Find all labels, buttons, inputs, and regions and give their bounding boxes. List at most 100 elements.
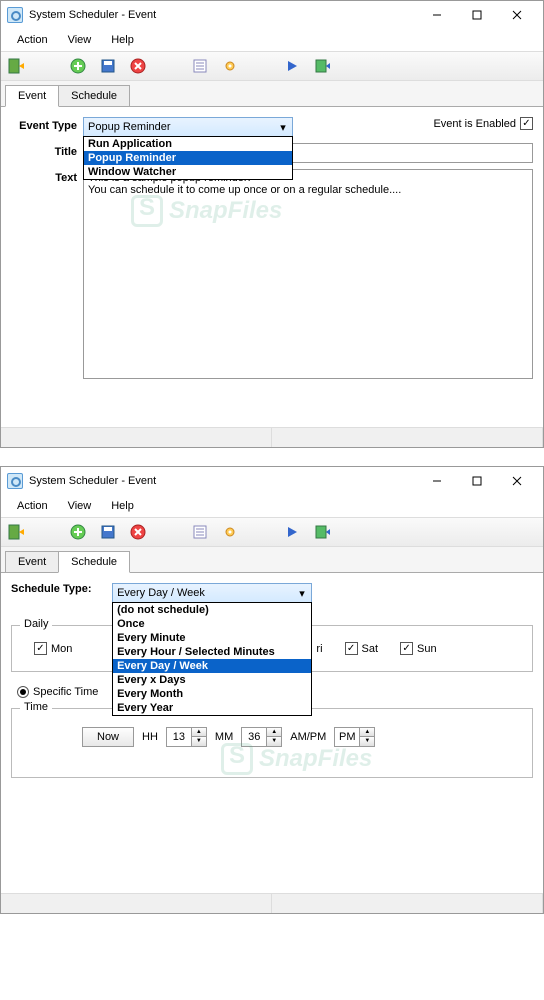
ampm-up[interactable]: ▲ xyxy=(360,728,374,737)
dd-every-month[interactable]: Every Month xyxy=(113,687,311,701)
menubar: Action View Help xyxy=(1,29,543,51)
event-enabled-label: Event is Enabled xyxy=(433,118,516,130)
dd-run-application[interactable]: Run Application xyxy=(84,137,292,151)
add-icon[interactable] xyxy=(69,57,87,75)
window-event: System Scheduler - Event Action View Hel… xyxy=(0,0,544,448)
mm-input[interactable] xyxy=(241,727,267,747)
dd-window-watcher[interactable]: Window Watcher xyxy=(84,165,292,179)
event-type-combo[interactable]: Popup Reminder ▾ Run Application Popup R… xyxy=(83,117,293,137)
list-icon[interactable] xyxy=(191,523,209,541)
delete-icon[interactable] xyxy=(129,523,147,541)
dd-every-day[interactable]: Every Day / Week xyxy=(113,659,311,673)
menu-view[interactable]: View xyxy=(58,32,102,48)
app-icon xyxy=(7,7,23,23)
play-icon[interactable] xyxy=(283,523,301,541)
day-sun[interactable]: Sun xyxy=(400,642,437,655)
schedule-type-combo[interactable]: Every Day / Week ▾ (do not schedule) Onc… xyxy=(112,583,312,603)
event-enabled-checkbox[interactable] xyxy=(520,117,533,130)
ampm-input[interactable] xyxy=(334,727,360,747)
hh-label: HH xyxy=(142,731,158,743)
radio-specific-dot[interactable] xyxy=(17,686,29,698)
delete-icon[interactable] xyxy=(129,57,147,75)
time-legend: Time xyxy=(20,701,52,713)
exit-icon[interactable] xyxy=(7,523,25,541)
day-mon[interactable]: Mon xyxy=(34,642,72,655)
statusbar xyxy=(1,893,543,913)
menu-help[interactable]: Help xyxy=(101,32,144,48)
text-textarea[interactable]: This is a sample popup reminder! You can… xyxy=(83,169,533,379)
day-fri[interactable]: ri xyxy=(316,642,322,655)
ampm-down[interactable]: ▼ xyxy=(360,737,374,746)
tabbar: Event Schedule xyxy=(1,81,543,107)
toolbar xyxy=(1,51,543,81)
event-type-value: Popup Reminder xyxy=(88,121,171,133)
export-icon[interactable] xyxy=(313,57,331,75)
dd-popup-reminder[interactable]: Popup Reminder xyxy=(84,151,292,165)
dd-every-hour[interactable]: Every Hour / Selected Minutes xyxy=(113,645,311,659)
daily-legend: Daily xyxy=(20,618,52,630)
event-type-dropdown: Run Application Popup Reminder Window Wa… xyxy=(83,136,293,180)
play-icon[interactable] xyxy=(283,57,301,75)
day-sun-checkbox[interactable] xyxy=(400,642,413,655)
tab-event[interactable]: Event xyxy=(5,85,59,107)
now-button[interactable]: Now xyxy=(82,727,134,747)
dd-once[interactable]: Once xyxy=(113,617,311,631)
radio-specific-time[interactable]: Specific Time xyxy=(17,686,98,698)
day-sat-checkbox[interactable] xyxy=(345,642,358,655)
mm-label: MM xyxy=(215,731,233,743)
export-icon[interactable] xyxy=(313,523,331,541)
mm-up[interactable]: ▲ xyxy=(267,728,281,737)
gear-icon[interactable] xyxy=(221,57,239,75)
gear-icon[interactable] xyxy=(221,523,239,541)
dd-no-schedule[interactable]: (do not schedule) xyxy=(113,603,311,617)
ampm-spinner[interactable]: ▲▼ xyxy=(334,727,375,747)
list-icon[interactable] xyxy=(191,57,209,75)
chevron-down-icon: ▾ xyxy=(295,586,309,600)
schedule-type-dropdown: (do not schedule) Once Every Minute Ever… xyxy=(112,602,312,716)
titlebar: System Scheduler - Event xyxy=(1,467,543,495)
menu-action[interactable]: Action xyxy=(7,498,58,514)
statusbar xyxy=(1,427,543,447)
event-type-label: Event Type xyxy=(11,117,83,132)
mm-down[interactable]: ▼ xyxy=(267,737,281,746)
title-label: Title xyxy=(11,143,83,158)
dd-every-minute[interactable]: Every Minute xyxy=(113,631,311,645)
day-sat[interactable]: Sat xyxy=(345,642,379,655)
exit-icon[interactable] xyxy=(7,57,25,75)
titlebar: System Scheduler - Event xyxy=(1,1,543,29)
minimize-button[interactable] xyxy=(417,2,457,28)
hh-spinner[interactable]: ▲▼ xyxy=(166,727,207,747)
maximize-button[interactable] xyxy=(457,468,497,494)
event-enabled[interactable]: Event is Enabled xyxy=(433,117,533,130)
add-icon[interactable] xyxy=(69,523,87,541)
save-icon[interactable] xyxy=(99,57,117,75)
dd-every-x-days[interactable]: Every x Days xyxy=(113,673,311,687)
schedule-type-label: Schedule Type: xyxy=(11,583,109,595)
window-title: System Scheduler - Event xyxy=(29,475,417,487)
schedule-type-value: Every Day / Week xyxy=(117,587,205,599)
close-button[interactable] xyxy=(497,468,537,494)
window-schedule: System Scheduler - Event Action View Hel… xyxy=(0,466,544,914)
hh-down[interactable]: ▼ xyxy=(192,737,206,746)
app-icon xyxy=(7,473,23,489)
maximize-button[interactable] xyxy=(457,2,497,28)
tab-event[interactable]: Event xyxy=(5,551,59,572)
time-fieldset: Time Now HH ▲▼ MM ▲▼ AM/PM ▲▼ xyxy=(11,708,533,778)
minimize-button[interactable] xyxy=(417,468,457,494)
event-content: Event Type Popup Reminder ▾ Run Applicat… xyxy=(1,107,543,427)
menu-help[interactable]: Help xyxy=(101,498,144,514)
menu-view[interactable]: View xyxy=(58,498,102,514)
dd-every-year[interactable]: Every Year xyxy=(113,701,311,715)
tab-schedule[interactable]: Schedule xyxy=(58,551,130,573)
toolbar xyxy=(1,517,543,547)
close-button[interactable] xyxy=(497,2,537,28)
hh-input[interactable] xyxy=(166,727,192,747)
day-mon-checkbox[interactable] xyxy=(34,642,47,655)
menubar: Action View Help xyxy=(1,495,543,517)
mm-spinner[interactable]: ▲▼ xyxy=(241,727,282,747)
menu-action[interactable]: Action xyxy=(7,32,58,48)
hh-up[interactable]: ▲ xyxy=(192,728,206,737)
save-icon[interactable] xyxy=(99,523,117,541)
tab-schedule[interactable]: Schedule xyxy=(58,85,130,106)
tabbar: Event Schedule xyxy=(1,547,543,573)
